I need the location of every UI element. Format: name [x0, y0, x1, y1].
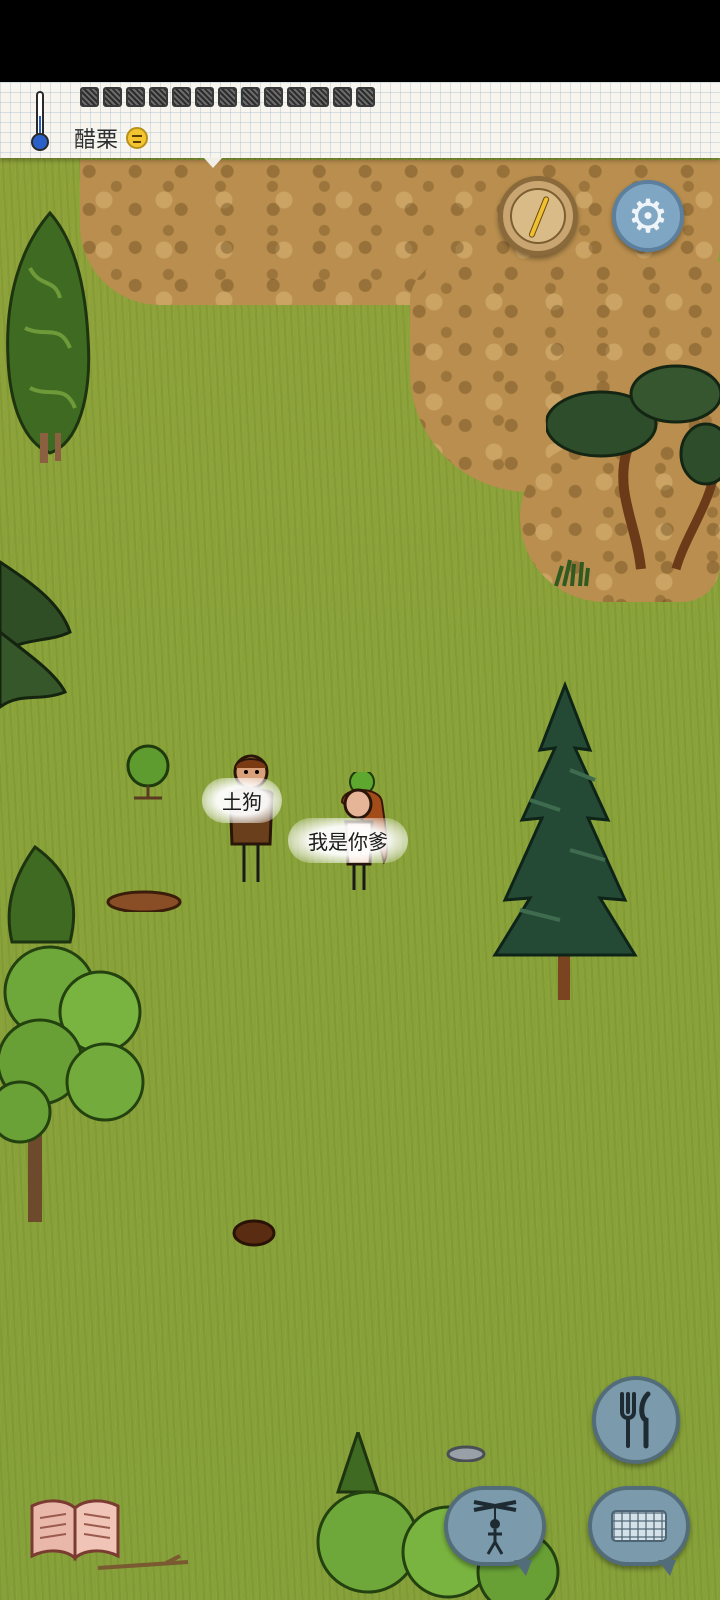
food-pip: [103, 87, 122, 107]
system-status-bar: [0, 0, 720, 82]
food-pip: [218, 87, 237, 107]
book-icon[interactable]: [28, 1496, 122, 1562]
food-meter: [80, 87, 375, 109]
speech-bubble-1: 土狗: [202, 778, 282, 823]
food-pip: [241, 87, 260, 107]
compass-button[interactable]: [498, 176, 578, 256]
neutral-face-icon: [126, 127, 149, 149]
food-pip: [310, 87, 329, 107]
emote-button[interactable]: [444, 1486, 546, 1576]
settings-button[interactable]: ⚙: [612, 180, 684, 252]
tree-pine-left-edge: [0, 560, 72, 709]
speech-bubble-2: 我是你爹: [288, 818, 408, 863]
food-pip: [126, 87, 145, 107]
hud-notch: [204, 158, 222, 168]
tree-spruce-center: [492, 680, 638, 1000]
tree-pine-twisted-right: [546, 364, 720, 571]
puppet-icon: [473, 1500, 517, 1555]
gear-icon: ⚙: [627, 189, 669, 243]
food-pip: [80, 87, 99, 107]
food-pip: [356, 87, 375, 107]
game-world[interactable]: 土狗 我是你爹: [0, 82, 720, 1600]
food-pip: [172, 87, 191, 107]
keyboard-icon: [611, 1510, 667, 1542]
burrow-hole[interactable]: [232, 1218, 276, 1248]
chat-keyboard-button[interactable]: [588, 1486, 690, 1576]
player-name: 醋栗: [74, 128, 119, 153]
food-pip: [149, 87, 168, 107]
eat-button[interactable]: [592, 1376, 680, 1464]
food-pip: [287, 87, 306, 107]
dirt-mound[interactable]: [106, 882, 182, 912]
food-pip: [264, 87, 283, 107]
temperature-icon: [31, 91, 49, 151]
player-name-row: 醋栗: [74, 122, 149, 154]
compass-icon: [510, 188, 566, 244]
berry-bush-small[interactable]: [124, 742, 172, 802]
flint-stone[interactable]: [446, 1442, 486, 1462]
fork-knife-icon: [620, 1391, 651, 1449]
shrub-dirt[interactable]: [552, 556, 592, 590]
tree-cypress-left: [6, 210, 91, 463]
food-pip: [333, 87, 352, 107]
food-pip: [195, 87, 214, 107]
